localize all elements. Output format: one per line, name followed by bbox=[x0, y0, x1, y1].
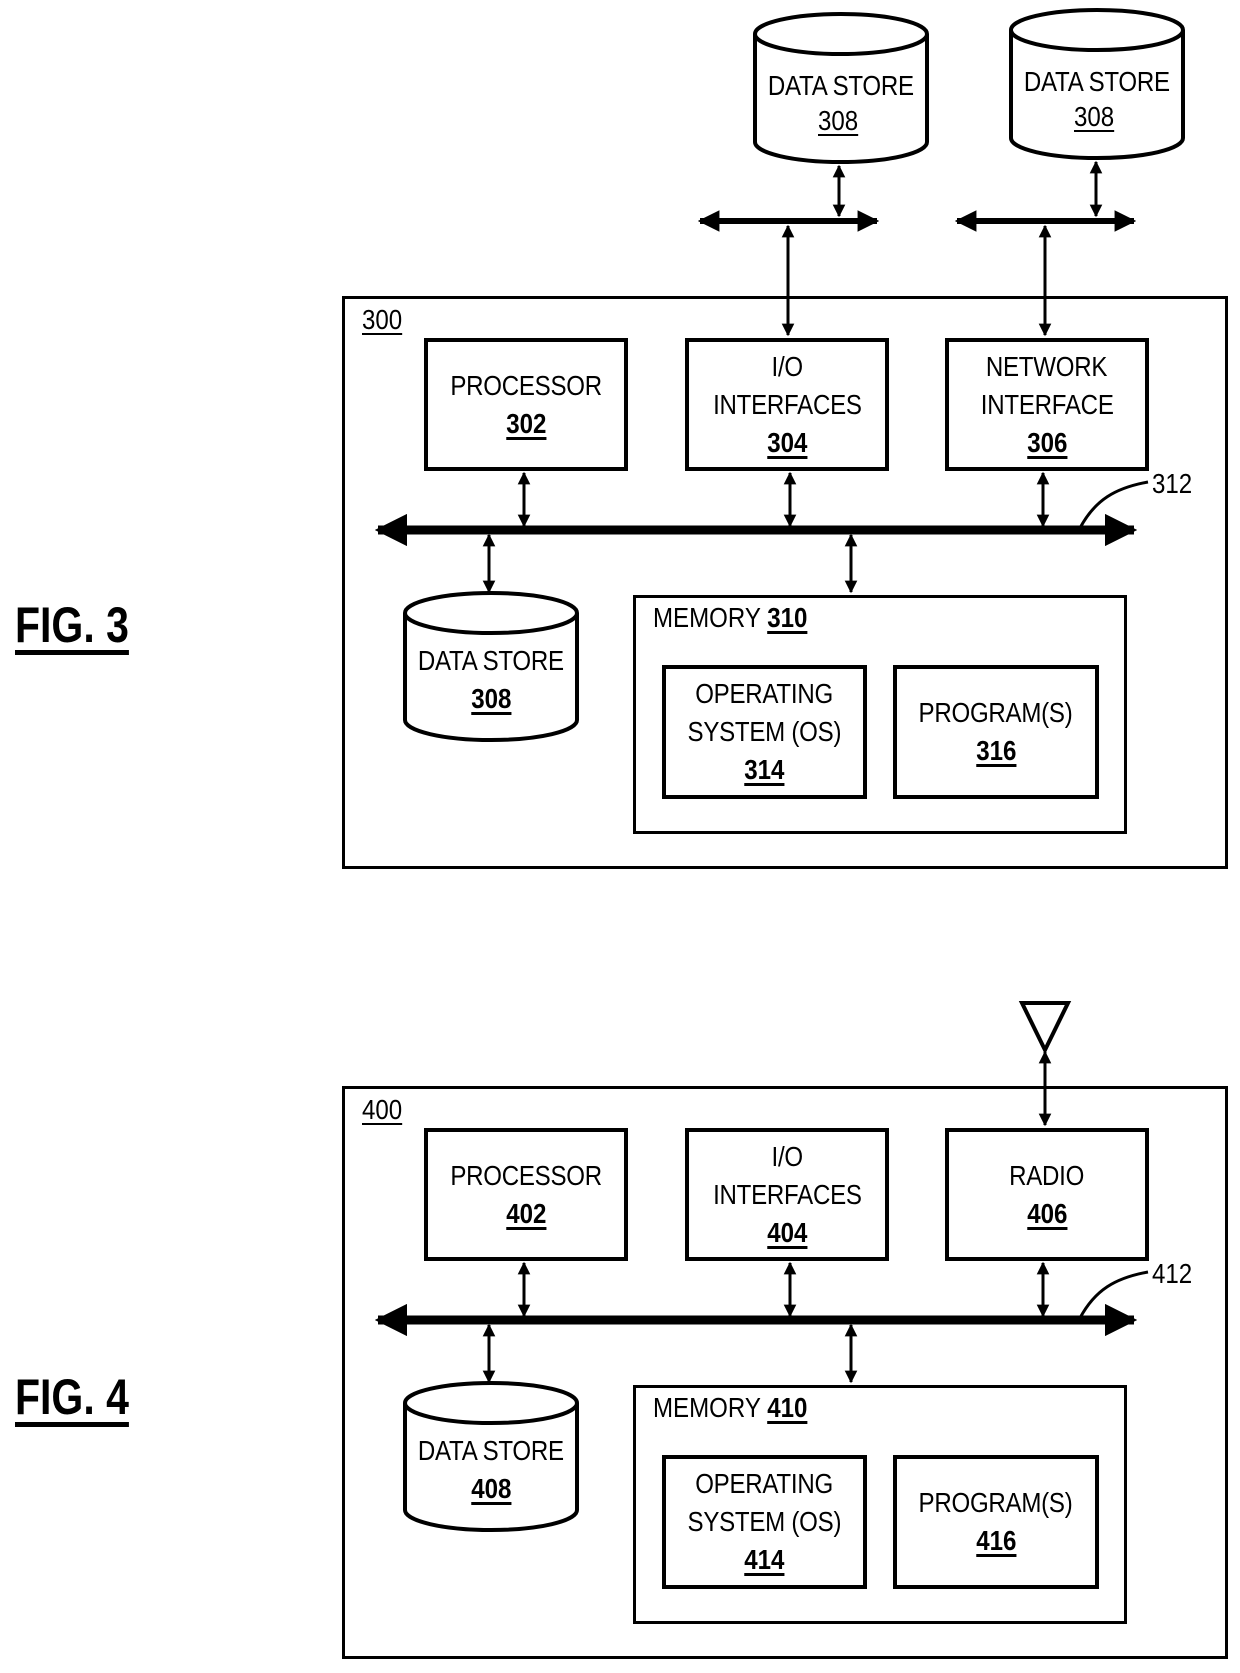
data-store-label: DATA STORE bbox=[1024, 66, 1170, 97]
bus-312-leader bbox=[1078, 480, 1149, 529]
data-store-ref: 308 bbox=[470, 683, 512, 714]
data-store-ref: 308 bbox=[1073, 101, 1114, 132]
antenna-icon bbox=[1018, 1001, 1072, 1055]
data-store-308-text: DATA STORE 308 bbox=[405, 640, 577, 720]
data-store-label: DATA STORE bbox=[768, 70, 914, 101]
diagram-connectors bbox=[374, 8, 1185, 1532]
data-store-label: DATA STORE bbox=[418, 645, 564, 676]
data-store-408-text: DATA STORE 408 bbox=[405, 1430, 577, 1510]
data-store-label: DATA STORE bbox=[418, 1435, 564, 1466]
external-data-store-1-text: DATA STORE 308 bbox=[755, 62, 927, 142]
bus-412-leader bbox=[1078, 1270, 1149, 1319]
external-data-store-2-text: DATA STORE 308 bbox=[1011, 58, 1183, 138]
data-store-ref: 308 bbox=[817, 105, 858, 136]
data-store-ref: 408 bbox=[470, 1473, 512, 1504]
